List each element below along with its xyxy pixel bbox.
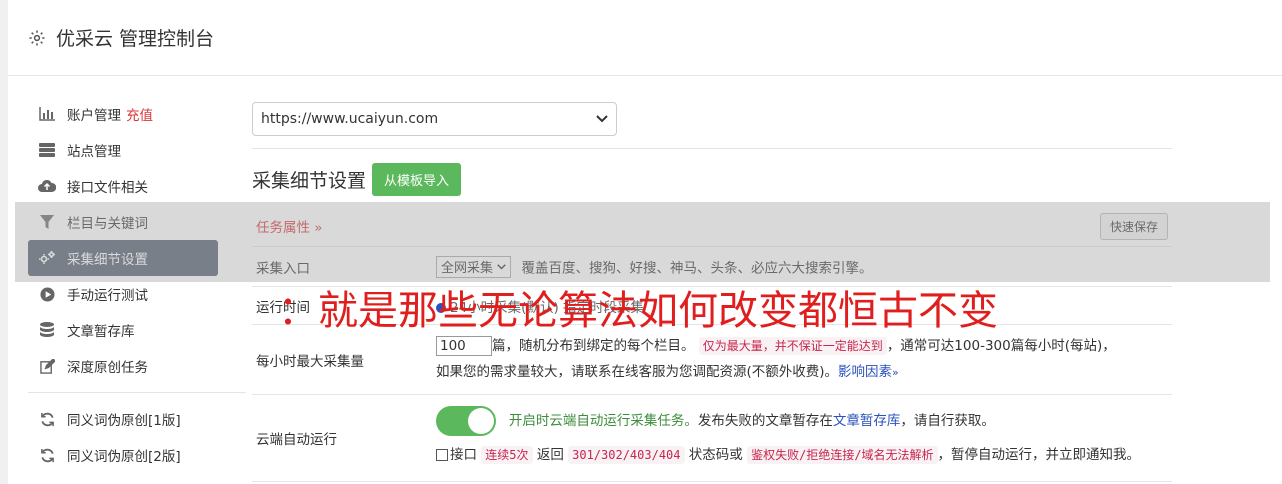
max-row: 每小时最大采集量 100 篇，随机分布到绑定的每个栏目。 仅为最大量，并不保证一定… [252, 324, 1172, 394]
tag-status-codes: 301/302/403/404 [568, 446, 685, 464]
sidebar-item-manual-run[interactable]: 手动运行测试 [28, 276, 218, 312]
sidebar-item-label: 文章暂存库 [67, 324, 135, 340]
cloud-text: 发布失败的文章暂存在 [697, 413, 833, 429]
cloud-on-text: 开启时云端自动运行采集任务。 [508, 413, 698, 429]
sidebar-item-label: 手动运行测试 [67, 288, 148, 304]
article-store-link[interactable]: 文章暂存库 [833, 413, 901, 429]
sidebar-item-label: 接口文件相关 [67, 180, 148, 196]
edit-icon [38, 357, 56, 375]
sidebar-item-article-store[interactable]: 文章暂存库 [28, 312, 218, 348]
entry-select[interactable]: 全网采集 [436, 255, 512, 278]
sidebar-item-label: 站点管理 [67, 144, 121, 160]
refresh-icon [38, 446, 56, 464]
pause-text: ，暂停自动运行，并立即通知我。 [937, 447, 1141, 463]
header: 优采云 管理控制台 [8, 0, 1282, 76]
time-row: 运行时间 24小时采集(默认) 指定时段采集 [252, 286, 1172, 324]
pause-checkbox[interactable] [436, 449, 448, 461]
sidebar-item-synonym-v2[interactable]: 同义词伪原创[2版] [28, 437, 218, 473]
divider [252, 148, 1172, 149]
cogs-icon [38, 249, 56, 267]
max-input[interactable]: 100 [436, 336, 492, 356]
chevron-down-icon [596, 111, 608, 127]
page-title: 优采云 管理控制台 [56, 28, 215, 50]
task-attr-row: 任务属性 » 快速保存 [252, 206, 1172, 246]
cloud-toggle[interactable] [436, 406, 496, 436]
settings-table: 任务属性 » 快速保存 采集入口 全网采集 覆盖百度、搜狗、好搜、神马、头条、必… [252, 206, 1172, 482]
entry-desc: 覆盖百度、搜狗、好搜、神马、头条、必应六大搜索引擎。 [521, 260, 873, 276]
sidebar-item-keywords[interactable]: 栏目与关键词 [28, 204, 218, 240]
sidebar-item-label: 栏目与关键词 [67, 216, 148, 232]
return-text: 返回 [536, 447, 564, 463]
sidebar-item-account[interactable]: 账户管理 充值 [28, 96, 218, 132]
recharge-link[interactable]: 充值 [126, 104, 153, 124]
sidebar-item-label: 同义词伪原创[1版] [67, 413, 181, 429]
refresh-icon [38, 410, 56, 428]
status-text: 状态码或 [688, 447, 743, 463]
play-circle-icon [38, 285, 56, 303]
tag-consecutive: 连续5次 [481, 446, 533, 464]
cloud-label: 云端自动运行 [256, 432, 337, 448]
max-warning: 仅为最大量，并不保证一定能达到 [698, 337, 887, 355]
cloud-upload-icon [38, 177, 56, 195]
console-page: 优采云 管理控制台 账户管理 充值 站点管理 接口文件相关 栏目与关键词 采集细… [8, 0, 1282, 484]
sidebar-item-interface[interactable]: 接口文件相关 [28, 168, 218, 204]
bar-chart-icon [38, 105, 56, 123]
time-options: 24小时采集(默认) 指定时段采集 [450, 299, 645, 316]
time-label: 运行时间 [256, 299, 310, 316]
sidebar-item-label: 深度原创任务 [67, 360, 148, 376]
sidebar-item-sites[interactable]: 站点管理 [28, 132, 218, 168]
main-content: https://www.ucaiyun.com 采集细节设置 从模板导入 任务属… [252, 102, 1172, 482]
entry-row: 采集入口 全网采集 覆盖百度、搜狗、好搜、神马、头条、必应六大搜索引擎。 [252, 246, 1172, 286]
max-text-3: 如果您的需求量较大，请联系在线客服为您调配资源(不额外收费)。 [436, 364, 839, 380]
sidebar-divider [28, 392, 246, 393]
max-text-2: ，通常可达100-300篇每小时(每站)， [886, 338, 1116, 354]
double-chevron-down-icon: » [314, 220, 323, 236]
sidebar-item-label: 账户管理 [67, 108, 121, 124]
max-label: 每小时最大采集量 [256, 353, 364, 370]
sidebar-item-label: 采集细节设置 [67, 252, 148, 268]
server-icon [38, 141, 56, 159]
section-title: 采集细节设置 [252, 170, 367, 192]
section-header: 采集细节设置 从模板导入 [252, 163, 1172, 196]
sidebar-item-deep-original[interactable]: 深度原创任务 [28, 348, 218, 384]
gear-icon [26, 27, 48, 49]
max-text: 篇，随机分布到绑定的每个栏目。 [492, 338, 695, 354]
site-select[interactable]: https://www.ucaiyun.com [252, 102, 617, 136]
influence-link[interactable]: 影响因素» [838, 364, 899, 380]
import-template-button[interactable]: 从模板导入 [372, 163, 462, 196]
sidebar-item-synonym-v1[interactable]: 同义词伪原创[1版] [28, 401, 218, 437]
filter-icon [38, 213, 56, 231]
double-chevron-down-icon: » [892, 366, 899, 379]
sidebar-item-label: 同义词伪原创[2版] [67, 449, 181, 465]
radio-24h[interactable] [436, 302, 446, 313]
tag-errors: 鉴权失败/拒绝连接/域名无法解析 [747, 446, 938, 464]
cloud-text-2: ，请自行获取。 [900, 413, 995, 429]
entry-label: 采集入口 [256, 260, 310, 277]
quick-save-button[interactable]: 快速保存 [1099, 212, 1168, 240]
sidebar-item-collect-settings[interactable]: 采集细节设置 [28, 240, 218, 276]
cloud-row: 云端自动运行 开启时云端自动运行采集任务。发布失败的文章暂存在文章暂存库，请自行… [252, 394, 1172, 482]
sidebar: 账户管理 充值 站点管理 接口文件相关 栏目与关键词 采集细节设置 手动运行测试… [28, 96, 246, 473]
database-icon [38, 321, 56, 339]
site-select-value: https://www.ucaiyun.com [261, 111, 439, 127]
task-attr-toggle[interactable]: 任务属性 » [256, 216, 323, 236]
checkbox-label: 接口 [450, 447, 477, 463]
